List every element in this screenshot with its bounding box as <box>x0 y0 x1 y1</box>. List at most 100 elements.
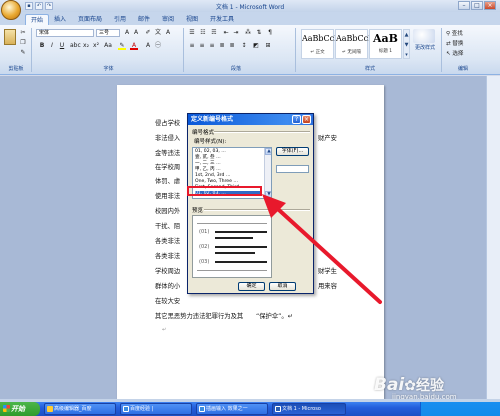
char-border-icon[interactable]: A <box>164 29 172 37</box>
select-label: 选择 <box>452 51 464 57</box>
tab-mailings[interactable]: 邮件 <box>133 14 155 25</box>
paragraph-mark: ↵ <box>162 327 167 333</box>
line-spacing-icon[interactable]: ↕ <box>240 42 248 50</box>
list-item[interactable]: 01, 02, 03, … <box>195 149 261 154</box>
copy-icon[interactable]: ❐ <box>19 39 27 47</box>
phonetic-guide-icon[interactable]: 文 <box>154 29 162 37</box>
font-size-select[interactable]: 三号 <box>96 29 120 37</box>
list-item[interactable]: 1st, 2nd, 3rd … <box>195 173 261 178</box>
tab-developer[interactable]: 开发工具 <box>205 14 239 25</box>
taskbar-item[interactable]: 高级编辑器_百度 <box>44 403 116 415</box>
close-button[interactable]: × <box>484 1 496 10</box>
decrease-indent-icon[interactable]: ⇤ <box>222 29 230 37</box>
taskbar-item-label: 百度经验 | <box>130 406 154 412</box>
dialog-close-button[interactable]: × <box>302 115 311 124</box>
font-color-icon[interactable]: A <box>130 42 138 50</box>
shrink-font-icon[interactable]: A <box>132 29 140 37</box>
taskbar-item-active[interactable]: 文档 1 - Microso <box>272 403 346 415</box>
tab-references[interactable]: 引用 <box>109 14 131 25</box>
italic-icon[interactable]: I <box>48 42 56 50</box>
list-item[interactable]: 甲, 乙, 丙 … <box>195 167 261 172</box>
tab-insert[interactable]: 插入 <box>49 14 71 25</box>
taskbar-item[interactable]: 插画输入 效果之一 <box>196 403 268 415</box>
bullets-icon[interactable]: ☰ <box>188 29 196 37</box>
char-shading-icon[interactable]: A <box>144 42 152 50</box>
vertical-scrollbar[interactable] <box>486 76 500 399</box>
show-marks-icon[interactable]: ¶ <box>266 29 274 37</box>
grow-font-icon[interactable]: A <box>123 29 131 37</box>
window-title: 文档 1 - Microsoft Word <box>215 4 285 11</box>
highlight-box <box>187 186 262 196</box>
increase-indent-icon[interactable]: ⇥ <box>232 29 240 37</box>
watermark-brand: Bai✿经验 <box>374 375 444 395</box>
scroll-down-icon[interactable]: ▼ <box>265 191 271 198</box>
undo-icon[interactable]: ↶ <box>35 2 43 10</box>
list-item[interactable]: One, Two, Three … <box>195 179 261 184</box>
preview-line <box>197 223 267 224</box>
style-heading-1[interactable]: AaB 标题 1 <box>369 29 402 59</box>
redo-icon[interactable]: ↷ <box>45 2 53 10</box>
tab-review[interactable]: 审阅 <box>157 14 179 25</box>
font-name-select[interactable]: 宋体 <box>36 29 94 37</box>
style-sample: AaBbCcI <box>302 34 338 43</box>
align-left-icon[interactable]: ≡ <box>188 42 196 50</box>
taskbar-item[interactable]: 百度经验 | <box>120 403 192 415</box>
maximize-button[interactable]: □ <box>471 1 483 10</box>
paste-icon[interactable] <box>4 29 16 45</box>
tab-view[interactable]: 视图 <box>181 14 203 25</box>
format-painter-icon[interactable]: ✎ <box>19 49 27 57</box>
list-scrollbar[interactable]: ▲ ▼ <box>264 148 271 198</box>
underline-icon[interactable]: U <box>58 42 66 50</box>
doc-line: 各类非法 <box>155 238 181 245</box>
chinese-layout-icon[interactable]: ⁂ <box>244 29 252 37</box>
bold-icon[interactable]: B <box>38 42 46 50</box>
windows-logo-icon <box>3 405 10 412</box>
font-button[interactable]: 字体(F)... <box>276 147 309 156</box>
multilevel-list-icon[interactable]: ☴ <box>210 29 218 37</box>
align-right-icon[interactable]: ≡ <box>208 42 216 50</box>
preview-divider <box>204 209 310 211</box>
change-case-icon[interactable]: Aa <box>104 42 112 50</box>
align-center-icon[interactable]: ≡ <box>198 42 206 50</box>
superscript-icon[interactable]: x² <box>92 42 100 50</box>
strikethrough-icon[interactable]: abc <box>70 42 81 50</box>
list-item[interactable]: 一, 二, 三 … <box>195 161 261 166</box>
doc-line: 使用非法 <box>155 193 181 200</box>
styles-scroll[interactable]: ▲ ▼ ▾ <box>403 29 410 59</box>
taskbar-item-label: 高级编辑器_百度 <box>54 406 92 412</box>
taskbar-item-label: 插画输入 效果之一 <box>206 406 248 412</box>
numbering-icon[interactable]: ☷ <box>199 29 207 37</box>
change-styles-icon[interactable] <box>413 29 435 43</box>
cancel-button[interactable]: 取消 <box>269 282 296 291</box>
find-label: 查找 <box>451 31 463 37</box>
minimize-button[interactable]: – <box>458 1 470 10</box>
tab-page-layout[interactable]: 页面布局 <box>73 14 107 25</box>
number-format-field[interactable] <box>276 165 309 173</box>
cut-icon[interactable]: ✂ <box>19 29 27 37</box>
select-button[interactable]: ↖ 选择 <box>446 49 463 57</box>
tab-home[interactable]: 开始 <box>25 14 50 25</box>
help-button[interactable]: ? <box>292 115 301 124</box>
enclosed-char-icon[interactable]: ㊀ <box>154 42 162 50</box>
shading-icon[interactable]: ◩ <box>252 42 260 50</box>
ok-button[interactable]: 确定 <box>238 282 265 291</box>
start-button[interactable]: 开始 <box>0 402 40 416</box>
subscript-icon[interactable]: x₂ <box>82 42 90 50</box>
borders-icon[interactable]: ⊞ <box>264 42 272 50</box>
justify-icon[interactable]: ≣ <box>218 42 226 50</box>
highlight-icon[interactable]: ✎ <box>118 42 126 50</box>
replace-button[interactable]: ⇄ 替换 <box>446 39 463 47</box>
find-button[interactable]: ⚲ 查找 <box>446 29 463 37</box>
clear-format-icon[interactable]: ✐ <box>144 29 152 37</box>
group-separator <box>295 28 296 72</box>
office-button[interactable] <box>1 0 21 20</box>
ribbon-tabs: 开始 插入 页面布局 引用 邮件 审阅 视图 开发工具 <box>0 12 500 25</box>
save-icon[interactable]: ▪ <box>25 2 33 10</box>
scroll-up-icon[interactable]: ▲ <box>265 148 271 155</box>
distributed-icon[interactable]: ≣ <box>228 42 236 50</box>
change-styles-label[interactable]: 更改样式 <box>412 44 438 51</box>
style-normal[interactable]: AaBbCcI ↵ 正文 <box>301 29 338 59</box>
sort-icon[interactable]: ⇅ <box>255 29 263 37</box>
list-item[interactable]: 壹, 贰, 叁 … <box>195 155 261 160</box>
style-no-spacing[interactable]: AaBbCcI ↵ 无间隔 <box>335 29 371 59</box>
